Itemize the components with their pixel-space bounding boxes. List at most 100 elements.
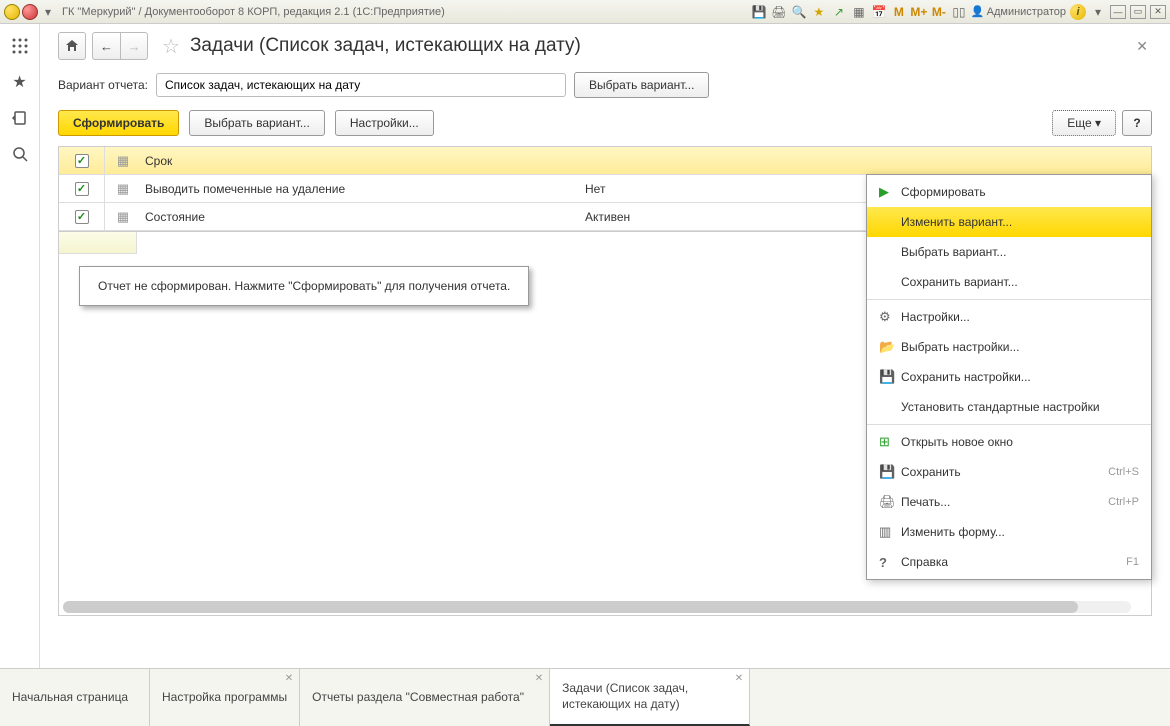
bottom-tab[interactable]: Настройка программы ✕ bbox=[150, 669, 300, 726]
menu-item[interactable]: Установить стандартные настройки bbox=[867, 392, 1151, 422]
menu-item-label: Сохранить настройки... bbox=[901, 370, 1139, 384]
history-icon[interactable] bbox=[10, 108, 30, 128]
tab-close-icon[interactable]: ✕ bbox=[735, 673, 743, 684]
titlebar-tools: 💾 🖨 🔍 ★ ↗ ▦ 📅 M M+ M- ▯▯ 👤 Администратор… bbox=[751, 4, 1166, 20]
m-button[interactable]: M bbox=[891, 4, 907, 20]
bottom-tab[interactable]: Задачи (Список задач, истекающих на дату… bbox=[550, 669, 750, 726]
tab-label: Задачи (Список задач, истекающих на дату… bbox=[562, 681, 737, 712]
window-title: ГК "Меркурий" / Документооборот 8 КОРП, … bbox=[62, 6, 445, 18]
tab-label: Отчеты раздела "Совместная работа" bbox=[312, 690, 524, 706]
menu-item[interactable]: 🖨Печать...Ctrl+P bbox=[867, 487, 1151, 517]
m-plus-button[interactable]: M+ bbox=[911, 4, 927, 20]
menu-item-label: Изменить форму... bbox=[901, 525, 1139, 539]
more-button[interactable]: Еще ▾ bbox=[1052, 110, 1116, 136]
forward-button[interactable]: → bbox=[120, 32, 148, 60]
menu-item[interactable]: ▥Изменить форму... bbox=[867, 517, 1151, 547]
param-name: Выводить помеченные на удаление bbox=[141, 182, 571, 196]
tab-label: Начальная страница bbox=[12, 690, 128, 706]
menu-item[interactable]: 💾Сохранить настройки... bbox=[867, 362, 1151, 392]
bottom-tab[interactable]: Отчеты раздела "Совместная работа" ✕ bbox=[300, 669, 550, 726]
variant-row: Вариант отчета: Выбрать вариант... bbox=[58, 72, 1152, 98]
checkbox-icon[interactable]: ✓ bbox=[75, 182, 89, 196]
titlebar: ▾ ГК "Меркурий" / Документооборот 8 КОРП… bbox=[0, 0, 1170, 24]
form-icon: ▥ bbox=[879, 524, 901, 540]
dropdown-caret-icon[interactable]: ▾ bbox=[40, 4, 56, 20]
m-minus-button[interactable]: M- bbox=[931, 4, 947, 20]
menu-item[interactable]: ⊞Открыть новое окно bbox=[867, 427, 1151, 457]
menu-item-label: Сохранить bbox=[901, 465, 1108, 479]
param-name: Срок bbox=[141, 154, 571, 168]
calc-icon[interactable]: ▦ bbox=[851, 4, 867, 20]
save-settings-icon: 💾 bbox=[879, 369, 901, 385]
preview-icon[interactable]: 🔍 bbox=[791, 4, 807, 20]
search-icon[interactable] bbox=[10, 144, 30, 164]
menu-item[interactable]: 💾СохранитьCtrl+S bbox=[867, 457, 1151, 487]
panels-icon[interactable]: ▯▯ bbox=[951, 4, 967, 20]
bottom-tab[interactable]: Начальная страница bbox=[0, 669, 150, 726]
param-name: Состояние bbox=[141, 210, 571, 224]
menu-item[interactable]: 📂Выбрать настройки... bbox=[867, 332, 1151, 362]
system-menu-icon[interactable] bbox=[22, 4, 38, 20]
save-icon[interactable]: 💾 bbox=[751, 4, 767, 20]
app-icons: ▾ bbox=[4, 4, 56, 20]
more-dropdown-menu: ▶СформироватьИзменить вариант...Выбрать … bbox=[866, 174, 1152, 580]
variant-input[interactable] bbox=[156, 73, 566, 97]
menu-item-label: Выбрать настройки... bbox=[901, 340, 1139, 354]
menu-item[interactable]: ⚙Настройки... bbox=[867, 302, 1151, 332]
help-button[interactable]: ? bbox=[1122, 110, 1152, 136]
bottom-tabs: Начальная страницаНастройка программы✕От… bbox=[0, 668, 1170, 726]
settings-button[interactable]: Настройки... bbox=[335, 110, 434, 136]
user-icon: 👤 bbox=[971, 5, 985, 18]
report-grid-corner bbox=[59, 232, 137, 254]
close-page-button[interactable]: ✕ bbox=[1132, 34, 1152, 59]
link-icon[interactable]: ↗ bbox=[831, 4, 847, 20]
tab-close-icon[interactable]: ✕ bbox=[285, 673, 293, 684]
user-label[interactable]: 👤 Администратор bbox=[971, 5, 1066, 18]
play-icon: ▶ bbox=[879, 184, 901, 200]
content-area: ← → ☆ Задачи (Список задач, истекающих н… bbox=[40, 24, 1170, 668]
back-button[interactable]: ← bbox=[92, 32, 120, 60]
choose-variant-button[interactable]: Выбрать вариант... bbox=[574, 72, 709, 98]
page-header: ← → ☆ Задачи (Список задач, истекающих н… bbox=[58, 32, 1152, 60]
checkbox-icon[interactable]: ✓ bbox=[75, 210, 89, 224]
checkbox-icon[interactable]: ✓ bbox=[75, 154, 89, 168]
menu-item[interactable]: Изменить вариант... bbox=[867, 207, 1151, 237]
menu-item-label: Печать... bbox=[901, 495, 1108, 509]
print-icon[interactable]: 🖨 bbox=[771, 4, 787, 20]
choose-variant-button-2[interactable]: Выбрать вариант... bbox=[189, 110, 324, 136]
favorite-star-icon[interactable]: ☆ bbox=[162, 34, 180, 59]
menu-item[interactable]: Сохранить вариант... bbox=[867, 267, 1151, 297]
tab-label: Настройка программы bbox=[162, 690, 287, 706]
param-row[interactable]: ✓ ▦ Срок bbox=[59, 147, 1151, 175]
maximize-button[interactable]: ▭ bbox=[1130, 5, 1146, 19]
star-icon[interactable]: ★ bbox=[10, 72, 30, 92]
menu-item-label: Настройки... bbox=[901, 310, 1139, 324]
save-icon: 💾 bbox=[879, 464, 901, 480]
calendar-param-icon: ▦ bbox=[117, 181, 129, 197]
info-icon[interactable]: i bbox=[1070, 4, 1086, 20]
menu-item-label: Открыть новое окно bbox=[901, 435, 1139, 449]
calendar-param-icon: ▦ bbox=[117, 209, 129, 225]
tab-close-icon[interactable]: ✕ bbox=[535, 673, 543, 684]
horizontal-scrollbar[interactable] bbox=[63, 601, 1131, 613]
generate-button[interactable]: Сформировать bbox=[58, 110, 179, 136]
close-window-button[interactable]: ✕ bbox=[1150, 5, 1166, 19]
info-caret-icon[interactable]: ▾ bbox=[1090, 4, 1106, 20]
minimize-button[interactable]: — bbox=[1110, 5, 1126, 19]
report-message: Отчет не сформирован. Нажмите "Сформиров… bbox=[79, 266, 529, 306]
home-button[interactable] bbox=[58, 32, 86, 60]
menu-separator bbox=[867, 299, 1151, 300]
folder-icon: 📂 bbox=[879, 339, 901, 355]
menu-item[interactable]: Выбрать вариант... bbox=[867, 237, 1151, 267]
menu-item[interactable]: ▶Сформировать bbox=[867, 177, 1151, 207]
menu-item[interactable]: ?СправкаF1 bbox=[867, 547, 1151, 577]
menu-separator bbox=[867, 424, 1151, 425]
variant-label: Вариант отчета: bbox=[58, 78, 148, 92]
logo-icon bbox=[4, 4, 20, 20]
apps-icon[interactable] bbox=[10, 36, 30, 56]
calendar-icon[interactable]: 📅 bbox=[871, 4, 887, 20]
toolbar: Сформировать Выбрать вариант... Настройк… bbox=[58, 110, 1152, 136]
favorite-icon[interactable]: ★ bbox=[811, 4, 827, 20]
new-window-icon: ⊞ bbox=[879, 434, 901, 450]
menu-item-shortcut: Ctrl+P bbox=[1108, 496, 1139, 508]
